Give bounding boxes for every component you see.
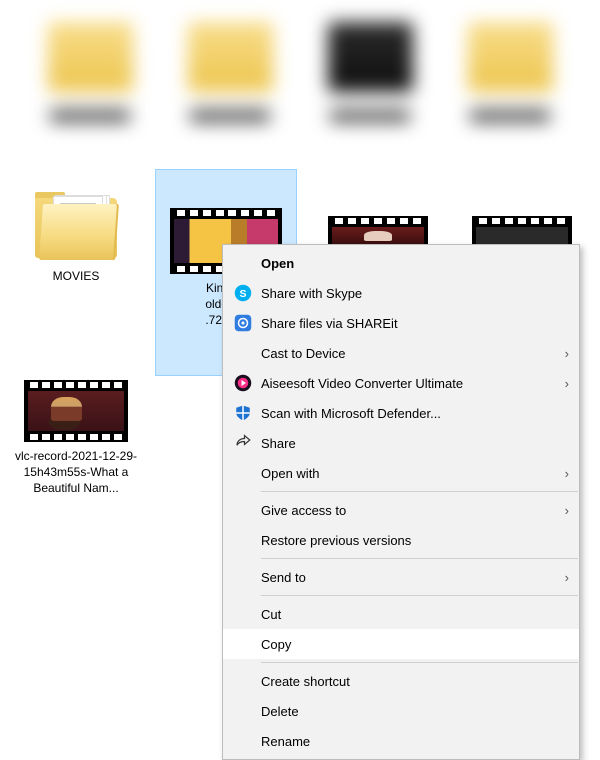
menu-label: Scan with Microsoft Defender... — [261, 406, 569, 421]
skype-icon: S — [231, 283, 255, 303]
menu-label: Cast to Device — [261, 346, 555, 361]
menu-label: Send to — [261, 570, 555, 585]
menu-label: Delete — [261, 704, 569, 719]
menu-item-delete[interactable]: Delete — [223, 696, 579, 726]
menu-item-aiseesoft[interactable]: Aiseesoft Video Converter Ultimate › — [223, 368, 579, 398]
menu-item-cast[interactable]: Cast to Device › — [223, 338, 579, 368]
folder-icon — [31, 190, 121, 262]
menu-item-give-access[interactable]: Give access to › — [223, 495, 579, 525]
blank-icon — [231, 567, 255, 587]
chevron-right-icon: › — [555, 376, 569, 391]
menu-label: Give access to — [261, 503, 555, 518]
menu-separator — [261, 595, 578, 596]
blank-icon — [231, 731, 255, 751]
share-arrow-icon — [231, 433, 255, 453]
menu-item-open-with[interactable]: Open with › — [223, 458, 579, 488]
menu-separator — [261, 558, 578, 559]
svg-text:S: S — [239, 288, 246, 300]
menu-item-send-to[interactable]: Send to › — [223, 562, 579, 592]
video-file-icon — [24, 380, 128, 442]
aiseesoft-icon — [231, 373, 255, 393]
chevron-right-icon: › — [555, 570, 569, 585]
menu-separator — [261, 491, 578, 492]
menu-label: Share files via SHAREit — [261, 316, 569, 331]
blank-icon — [231, 634, 255, 654]
menu-item-restore[interactable]: Restore previous versions — [223, 525, 579, 555]
menu-label: Open — [261, 256, 569, 271]
chevron-right-icon: › — [555, 346, 569, 361]
menu-separator — [261, 662, 578, 663]
menu-label: Rename — [261, 734, 569, 749]
menu-item-defender[interactable]: Scan with Microsoft Defender... — [223, 398, 579, 428]
shareit-icon — [231, 313, 255, 333]
menu-item-copy[interactable]: Copy — [223, 629, 579, 659]
menu-label: Open with — [261, 466, 555, 481]
defender-shield-icon — [231, 403, 255, 423]
blank-icon — [231, 701, 255, 721]
context-menu: Open S Share with Skype Share files via … — [222, 244, 580, 760]
file-label: vlc-record-2021-12-29-15h43m55s-What a B… — [11, 448, 141, 496]
menu-label: Share — [261, 436, 569, 451]
blank-icon — [231, 500, 255, 520]
blank-icon — [231, 671, 255, 691]
folder-label: MOVIES — [11, 268, 141, 284]
menu-label: Cut — [261, 607, 569, 622]
chevron-right-icon: › — [555, 503, 569, 518]
menu-label: Restore previous versions — [261, 533, 569, 548]
menu-label: Copy — [261, 637, 569, 652]
blank-icon — [231, 343, 255, 363]
blank-icon — [231, 530, 255, 550]
menu-item-open[interactable]: Open — [223, 248, 579, 278]
menu-label: Aiseesoft Video Converter Ultimate — [261, 376, 555, 391]
menu-item-share[interactable]: Share — [223, 428, 579, 458]
chevron-right-icon: › — [555, 466, 569, 481]
blank-icon — [231, 253, 255, 273]
folder-item-movies[interactable]: MOVIES — [6, 186, 146, 288]
blank-icon — [231, 604, 255, 624]
menu-item-create-shortcut[interactable]: Create shortcut — [223, 666, 579, 696]
menu-label: Create shortcut — [261, 674, 569, 689]
blank-icon — [231, 463, 255, 483]
menu-label: Share with Skype — [261, 286, 569, 301]
menu-item-shareit[interactable]: Share files via SHAREit — [223, 308, 579, 338]
menu-item-cut[interactable]: Cut — [223, 599, 579, 629]
blurred-folder-row — [0, 8, 600, 168]
menu-item-share-skype[interactable]: S Share with Skype — [223, 278, 579, 308]
file-item-vlc-record[interactable]: vlc-record-2021-12-29-15h43m55s-What a B… — [6, 376, 146, 500]
